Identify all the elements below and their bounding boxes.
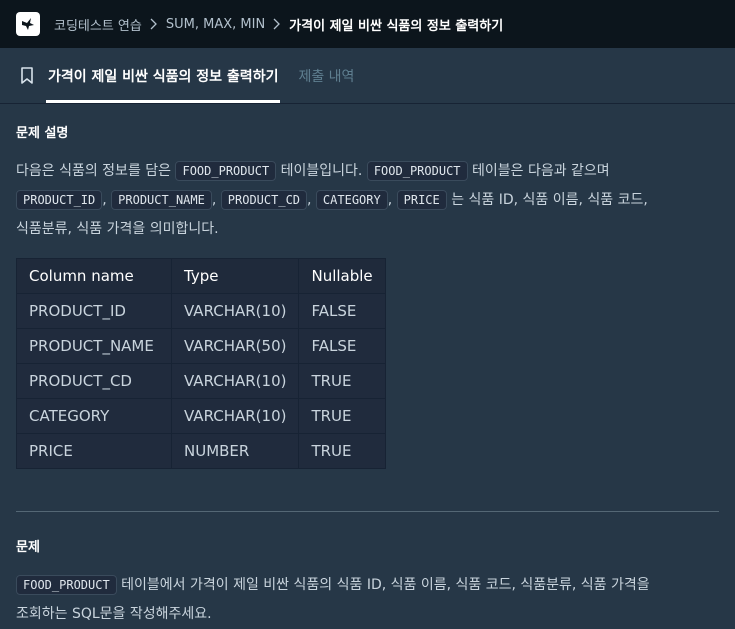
code-product-name: PRODUCT_NAME [111,190,212,210]
chevron-right-icon [273,18,281,30]
table-row: PRODUCT_ID VARCHAR(10) FALSE [16,293,386,329]
table-cell: TRUE [298,398,386,434]
code-food-product: FOOD_PRODUCT [175,161,277,181]
table-row: PRODUCT_NAME VARCHAR(50) FALSE [16,328,386,364]
table-cell: TRUE [298,433,386,469]
column-header: Column name [16,258,172,294]
table-cell: FALSE [298,293,386,329]
table-cell: PRODUCT_NAME [16,328,172,364]
comma: , [387,192,393,208]
table-cell: VARCHAR(10) [170,398,300,434]
table-cell: PRODUCT_CD [16,363,172,399]
breadcrumb-item[interactable]: SUM, MAX, MIN [166,17,265,32]
desc-text: 테이블입니다. [280,163,363,179]
schema-table: Column name Type Nullable PRODUCT_ID VAR… [16,258,386,469]
column-header: Type [170,258,300,294]
table-cell: VARCHAR(50) [170,328,300,364]
table-row: PRODUCT_CD VARCHAR(10) TRUE [16,363,386,399]
breadcrumb-item[interactable]: 코딩테스트 연습 [54,15,142,34]
problem-text-line: 조회하는 SQL문을 작성해주세요. [16,606,212,622]
comma: , [211,192,217,208]
desc-text: 테이블은 다음과 같으며 [471,163,610,179]
description-title: 문제 설명 [16,126,69,141]
table-cell: VARCHAR(10) [170,363,300,399]
table-cell: NUMBER [170,433,300,469]
breadcrumb-current: 가격이 제일 비싼 식품의 정보 출력하기 [289,18,504,34]
code-product-id: PRODUCT_ID [16,190,103,210]
programmers-logo-icon[interactable] [16,12,40,36]
comma: , [102,192,107,208]
code-food-product: FOOD_PRODUCT [366,161,468,181]
table-cell: PRODUCT_ID [16,293,172,329]
section-divider [16,511,719,512]
table-row: CATEGORY VARCHAR(10) TRUE [16,398,386,434]
table-header-row: Column name Type Nullable [16,258,386,294]
table-cell: CATEGORY [16,398,172,434]
table-cell: FALSE [298,328,386,364]
tab-submissions[interactable]: 제출 내역 [296,48,356,103]
desc-text: 식품분류, 식품 가격을 의미합니다. [16,221,219,237]
problem-text: FOOD_PRODUCT 테이블에서 가격이 제일 비싼 식품의 식품 ID, … [16,571,719,629]
code-category: CATEGORY [315,190,388,210]
problem-content: 문제 설명 다음은 식품의 정보를 담은 FOOD_PRODUCT 테이블입니다… [0,122,735,629]
table-cell: VARCHAR(10) [170,293,300,329]
chevron-right-icon [150,18,158,30]
desc-text: 다음은 식품의 정보를 담은 [16,163,172,179]
comma: , [307,192,312,208]
bookmark-icon[interactable] [20,48,34,103]
table-cell: PRICE [16,433,172,469]
code-food-product: FOOD_PRODUCT [16,575,117,595]
tab-problem[interactable]: 가격이 제일 비싼 식품의 정보 출력하기 [46,48,281,103]
problem-title: 문제 [16,540,40,555]
problem-text-line: 테이블에서 가격이 제일 비싼 식품의 식품 ID, 식품 이름, 식품 코드,… [121,577,650,593]
tab-bar: 가격이 제일 비싼 식품의 정보 출력하기 제출 내역 [0,48,735,104]
desc-text: 는 식품 ID, 식품 이름, 식품 코드, [451,192,648,208]
code-price: PRICE [396,190,447,210]
column-header: Nullable [298,258,386,294]
description-text: 다음은 식품의 정보를 담은 FOOD_PRODUCT 테이블입니다. FOOD… [16,157,719,244]
code-product-cd: PRODUCT_CD [220,190,308,210]
table-cell: TRUE [298,363,386,399]
top-bar: 코딩테스트 연습 SUM, MAX, MIN 가격이 제일 비싼 식품의 정보 … [0,0,735,48]
table-row: PRICE NUMBER TRUE [16,433,386,469]
